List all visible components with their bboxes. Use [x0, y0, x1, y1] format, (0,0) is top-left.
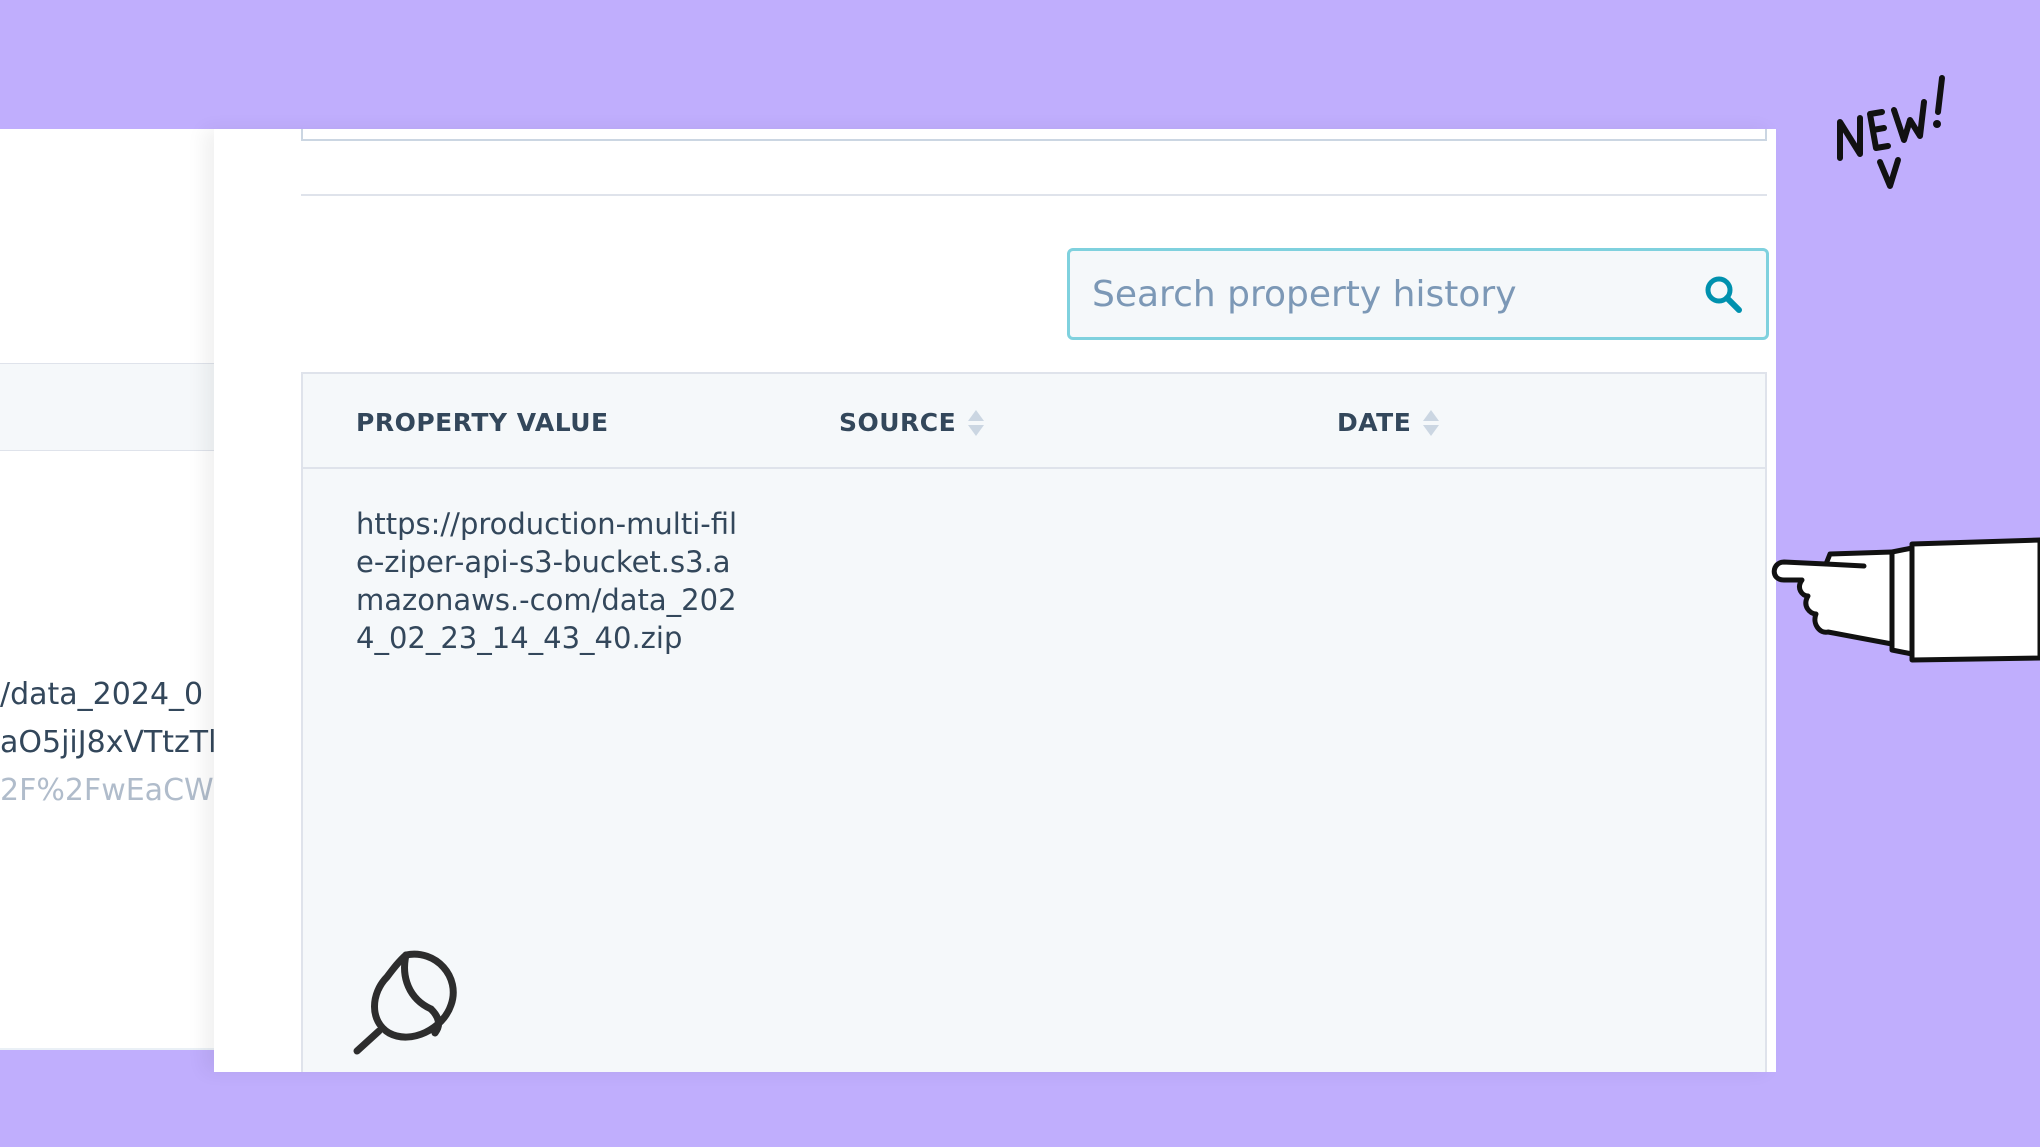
table-header: PROPERTY VALUE SOURCE DATE	[303, 374, 1765, 469]
background-divider	[0, 1048, 214, 1050]
top-field-box	[301, 129, 1767, 141]
background-text-line: /data_2024_0	[0, 677, 204, 712]
column-header-property-value: PROPERTY VALUE	[356, 408, 609, 437]
search-icon[interactable]	[1702, 273, 1744, 315]
property-value-cell: https://production-multi-file-ziper-api-…	[356, 507, 738, 655]
background-text-line: aO5jiJ8xVTtzTl	[0, 725, 214, 760]
new-badge-icon	[1837, 75, 1945, 189]
search-property-history-field[interactable]	[1067, 248, 1769, 340]
property-history-table: PROPERTY VALUE SOURCE DATE https://produ…	[301, 372, 1767, 1072]
pointing-hand-icon	[1771, 537, 2040, 663]
property-history-panel: PROPERTY VALUE SOURCE DATE https://produ…	[214, 129, 1776, 1072]
background-text-line: 2F%2FwEaCWV	[0, 773, 214, 808]
search-input[interactable]	[1092, 273, 1702, 315]
sort-icon[interactable]	[968, 409, 985, 436]
column-header-label: PROPERTY VALUE	[356, 408, 609, 437]
hubspot-loading-icon	[353, 950, 457, 1055]
sort-icon[interactable]	[1423, 409, 1440, 436]
column-header-label[interactable]: SOURCE	[839, 408, 956, 437]
column-header-date[interactable]: DATE	[1337, 408, 1440, 437]
column-header-label[interactable]: DATE	[1337, 408, 1411, 437]
background-header-band	[0, 363, 214, 451]
background-panel: /data_2024_0 aO5jiJ8xVTtzTl 2F%2FwEaCWV	[0, 129, 214, 1050]
section-divider	[301, 194, 1767, 196]
column-header-source[interactable]: SOURCE	[839, 408, 985, 437]
